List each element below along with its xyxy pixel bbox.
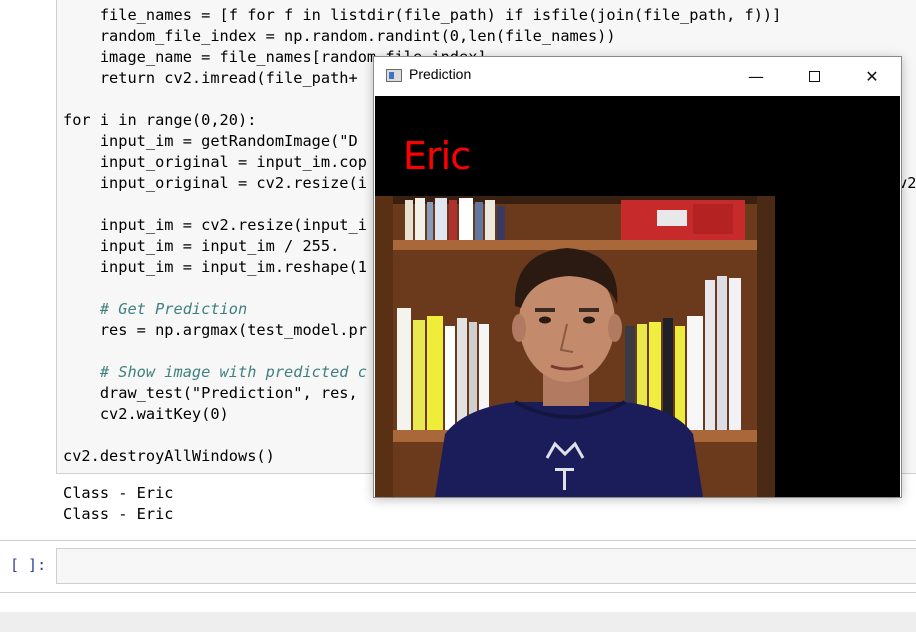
code-line: random_file_index = np.random.randint(0,… (63, 27, 616, 45)
code-line: input_im = cv2.resize(input_i (63, 216, 367, 234)
maximize-button[interactable] (785, 57, 843, 95)
maximize-icon (808, 70, 820, 82)
close-icon: ✕ (865, 66, 879, 86)
cell-divider (0, 540, 916, 541)
minimize-button[interactable]: — (727, 57, 785, 95)
code-line: for i in range(0,20): (63, 111, 257, 129)
window-title: Prediction (409, 66, 472, 82)
code-line: input_original = cv2.resize(i (63, 174, 367, 192)
code-line: cv2.waitKey(0) (63, 405, 229, 423)
code-line: return cv2.imread(file_path+ (63, 69, 358, 87)
code-line: cv2.destroyAllWindows() (63, 447, 275, 465)
code-comment: # Get Prediction (63, 300, 248, 318)
face-photo (375, 196, 775, 497)
code-line: input_original = input_im.cop (63, 153, 367, 171)
window-app-icon (386, 69, 402, 82)
notebook-bottom-bar (0, 612, 916, 632)
prediction-label: Eric (403, 134, 471, 178)
code-line: input_im = input_im.reshape(1 (63, 258, 367, 276)
code-line: file_names = [f for f in listdir(file_pa… (63, 6, 782, 24)
image-display: Eric (375, 96, 900, 497)
output-line: Class - Eric (63, 505, 174, 523)
code-line: res = np.argmax(test_model.pr (63, 321, 367, 339)
code-line: input_im = input_im / 255. (63, 237, 340, 255)
window-titlebar[interactable]: Prediction — ✕ (374, 57, 901, 95)
code-line: input_im = getRandomImage("D (63, 132, 358, 150)
code-comment: # Show image with predicted c (63, 363, 367, 381)
close-button[interactable]: ✕ (843, 57, 901, 95)
prediction-window[interactable]: Prediction — ✕ Eric (373, 56, 902, 498)
empty-code-cell[interactable] (56, 548, 916, 584)
output-line: Class - Eric (63, 484, 174, 502)
minimize-icon: — (748, 66, 764, 86)
cell-divider (0, 592, 916, 593)
code-line: draw_test("Prediction", res, (63, 384, 358, 402)
cell-prompt: [ ]: (10, 556, 47, 574)
